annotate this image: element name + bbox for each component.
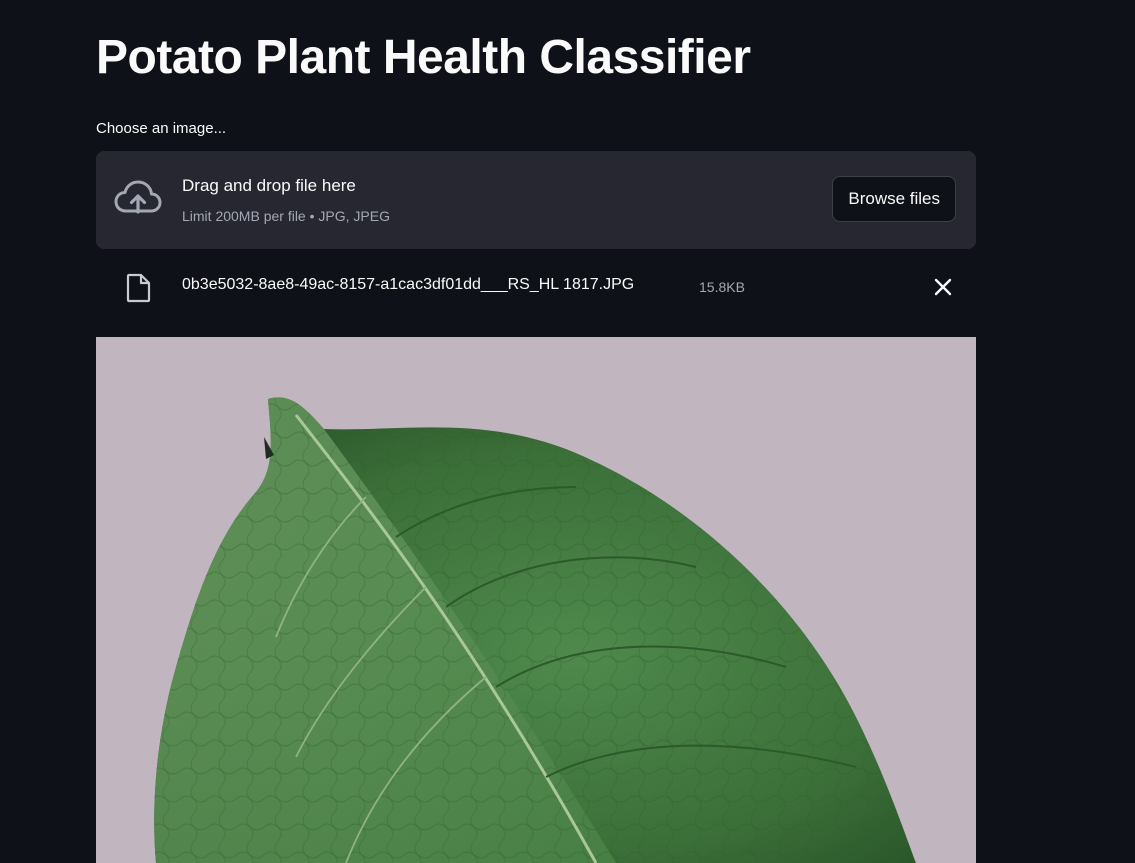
potato-leaf-photo bbox=[96, 337, 976, 863]
file-icon bbox=[126, 273, 151, 303]
page-title: Potato Plant Health Classifier bbox=[96, 31, 751, 84]
uploaded-file-name: 0b3e5032-8ae8-49ac-8157-a1cac3df01dd___R… bbox=[182, 276, 635, 293]
uploaded-file-row: 0b3e5032-8ae8-49ac-8157-a1cac3df01dd___R… bbox=[96, 262, 976, 312]
uploaded-image bbox=[96, 337, 976, 863]
browse-files-button[interactable]: Browse files bbox=[832, 176, 956, 222]
close-icon[interactable] bbox=[931, 275, 955, 299]
file-uploader-label: Choose an image... bbox=[96, 120, 227, 137]
file-dropzone[interactable]: Drag and drop file here Limit 200MB per … bbox=[96, 151, 976, 249]
cloud-upload-icon bbox=[114, 180, 162, 214]
uploaded-file-size: 15.8KB bbox=[699, 279, 745, 295]
dropzone-instructions: Drag and drop file here bbox=[182, 176, 356, 195]
dropzone-file-limit: Limit 200MB per file • JPG, JPEG bbox=[182, 208, 390, 224]
